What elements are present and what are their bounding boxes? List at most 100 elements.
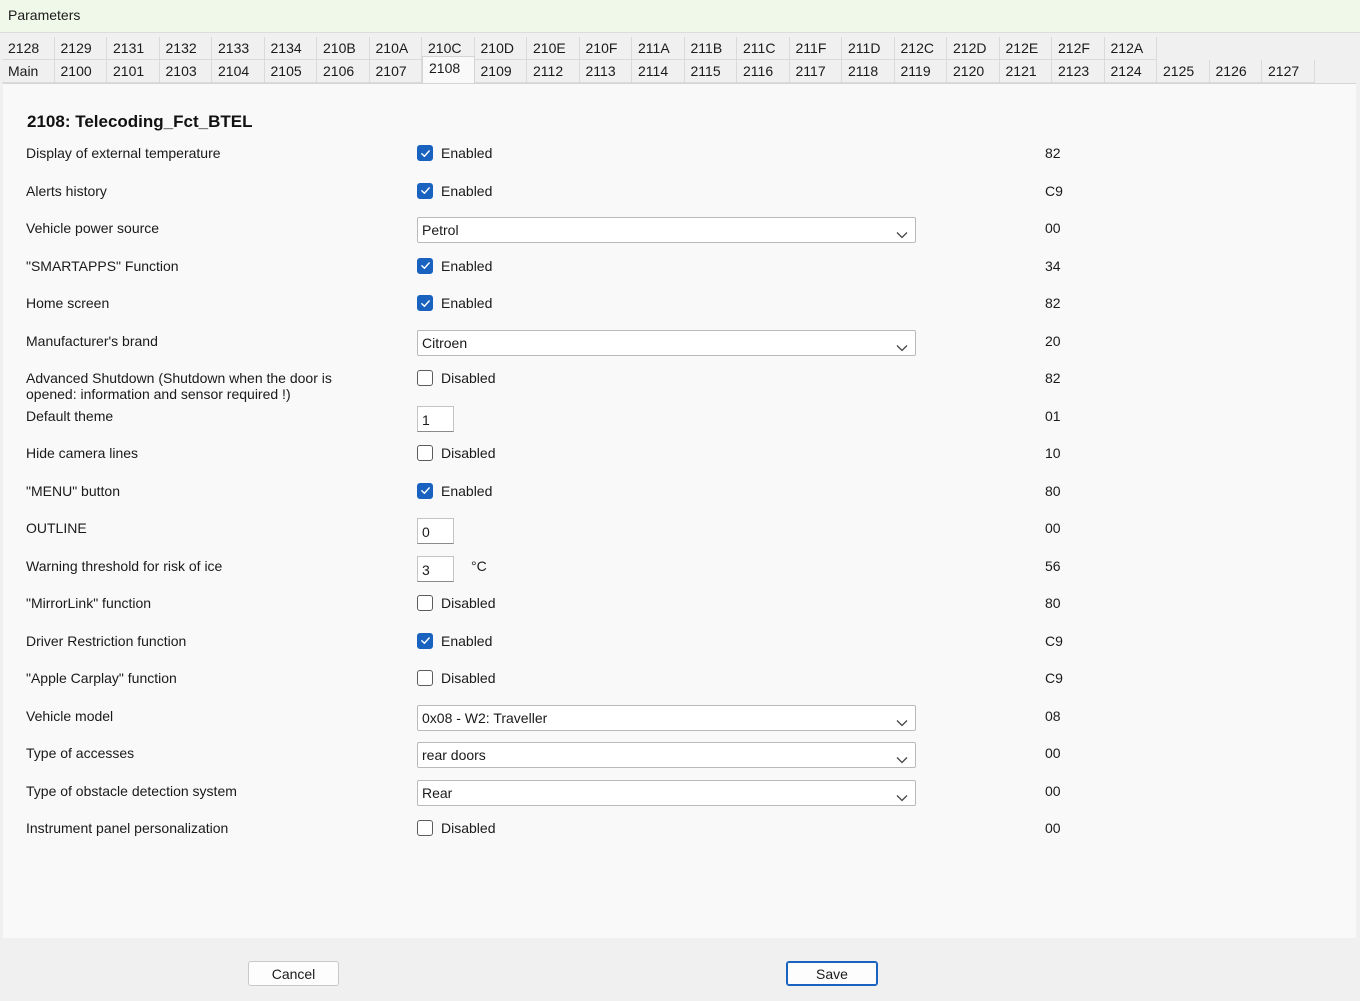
param-label: "MirrorLink" function <box>26 595 152 611</box>
tab-2134[interactable]: 2134 <box>264 37 317 60</box>
checkbox-checked-icon[interactable] <box>417 145 433 161</box>
checkbox-unchecked-icon[interactable] <box>417 820 433 836</box>
param-checkbox[interactable]: Enabled <box>417 257 493 274</box>
save-button[interactable]: Save <box>786 961 878 986</box>
param-checkbox[interactable]: Disabled <box>417 670 495 686</box>
param-checkbox[interactable]: Disabled <box>417 370 495 386</box>
hex-value: 00 <box>1045 520 1061 536</box>
checkbox-unchecked-icon[interactable] <box>417 445 433 461</box>
tab-2109[interactable]: 2109 <box>474 60 527 83</box>
param-dropdown[interactable]: Petrol <box>417 217 916 243</box>
checkbox-checked-icon[interactable] <box>417 182 433 199</box>
tab-2113[interactable]: 2113 <box>579 60 632 83</box>
tab-2118[interactable]: 2118 <box>842 60 895 83</box>
tab-2129[interactable]: 2129 <box>54 37 107 60</box>
checkbox-label: Enabled <box>441 257 493 274</box>
param-checkbox[interactable]: Enabled <box>417 632 492 649</box>
param-number-input[interactable]: 3 <box>417 555 454 582</box>
page-title: 2108: Telecoding_Fct_BTEL <box>27 112 253 131</box>
tab-212c[interactable]: 212C <box>894 37 947 60</box>
param-label: Driver Restriction function <box>26 632 187 649</box>
tab-2117[interactable]: 2117 <box>789 60 842 83</box>
tab-2105[interactable]: 2105 <box>264 60 317 83</box>
param-dropdown[interactable]: Rear <box>417 779 916 806</box>
param-row: Advanced Shutdown (Shutdown when the doo… <box>3 364 1356 402</box>
checkbox-checked-icon[interactable] <box>417 632 433 649</box>
tab-2121[interactable]: 2121 <box>999 60 1052 83</box>
checkbox-checked-icon[interactable] <box>417 257 433 274</box>
param-row: Alerts history Enabled C9 <box>3 177 1356 214</box>
tab-2108[interactable]: 2108 <box>422 56 475 83</box>
param-dropdown[interactable]: 0x08 - W2: Traveller <box>417 704 916 731</box>
tab-main[interactable]: Main <box>2 60 55 83</box>
checkbox-checked-icon[interactable] <box>417 295 433 311</box>
tab-2124[interactable]: 2124 <box>1104 60 1157 83</box>
param-checkbox[interactable]: Enabled <box>417 295 492 311</box>
tab-2127[interactable]: 2127 <box>1262 60 1315 83</box>
tab-212f[interactable]: 212F <box>1052 37 1105 60</box>
tab-2101[interactable]: 2101 <box>107 60 160 83</box>
tab-row-1: 2128 2129 2131 2132 2133 2134 210B 210A 210C 210D… <box>2 37 1157 60</box>
tab-211a[interactable]: 211A <box>632 37 685 60</box>
checkbox-unchecked-icon[interactable] <box>417 670 433 686</box>
tab-2116[interactable]: 2116 <box>737 60 790 83</box>
param-dropdown[interactable]: Citroen <box>417 329 916 356</box>
tab-210b[interactable]: 210B <box>317 37 370 60</box>
tab-2100[interactable]: 2100 <box>54 60 107 83</box>
checkbox-checked-icon[interactable] <box>417 482 433 499</box>
tab-2123[interactable]: 2123 <box>1052 60 1105 83</box>
checkbox-unchecked-icon[interactable] <box>417 595 433 611</box>
param-label: Advanced Shutdown (Shutdown when the doo… <box>26 370 332 402</box>
tab-2126[interactable]: 2126 <box>1209 60 1262 83</box>
checkbox-label: Disabled <box>441 670 496 686</box>
tab-2132[interactable]: 2132 <box>159 37 212 60</box>
tab-2107[interactable]: 2107 <box>369 60 422 83</box>
hex-value: 08 <box>1045 707 1061 724</box>
param-checkbox[interactable]: Enabled <box>417 182 492 199</box>
param-dropdown[interactable]: rear doors <box>417 742 916 768</box>
param-checkbox[interactable]: Disabled <box>417 595 495 611</box>
param-row: OUTLINE 0 00 <box>3 514 1356 551</box>
hex-value: 20 <box>1045 332 1061 349</box>
tab-212e[interactable]: 212E <box>999 37 1052 60</box>
tab-2125[interactable]: 2125 <box>1157 60 1210 83</box>
tab-2128[interactable]: 2128 <box>2 37 55 60</box>
tab-2114[interactable]: 2114 <box>632 60 685 83</box>
tab-2106[interactable]: 2106 <box>317 60 370 83</box>
tab-2120[interactable]: 2120 <box>947 60 1000 83</box>
param-label: Vehicle power source <box>26 220 160 236</box>
cancel-button[interactable]: Cancel <box>248 961 339 986</box>
param-number-input[interactable]: 1 <box>417 405 454 432</box>
tab-210a[interactable]: 210A <box>369 37 422 60</box>
hex-value: 56 <box>1045 557 1061 574</box>
dropdown-value: Rear <box>422 784 453 801</box>
tab-212d[interactable]: 212D <box>947 37 1000 60</box>
param-checkbox[interactable]: Enabled <box>417 145 492 161</box>
checkbox-unchecked-icon[interactable] <box>417 370 433 386</box>
param-checkbox[interactable]: Disabled <box>417 445 495 461</box>
tab-211d[interactable]: 211D <box>842 37 895 60</box>
tab-2103[interactable]: 2103 <box>159 60 212 83</box>
tab-2115[interactable]: 2115 <box>684 60 737 83</box>
tab-2131[interactable]: 2131 <box>107 37 160 60</box>
tab-210e[interactable]: 210E <box>527 37 580 60</box>
hex-value: C9 <box>1045 670 1063 686</box>
tab-212a[interactable]: 212A <box>1104 37 1157 60</box>
param-number-input[interactable]: 0 <box>417 518 454 544</box>
tab-211b[interactable]: 211B <box>684 37 737 60</box>
param-row: Display of external temperature Enabled 82 <box>3 139 1356 176</box>
tab-211f[interactable]: 211F <box>789 37 842 60</box>
hex-value: C9 <box>1045 632 1063 649</box>
tab-2104[interactable]: 2104 <box>212 60 265 83</box>
checkbox-label: Disabled <box>441 370 496 386</box>
param-checkbox[interactable]: Disabled <box>417 820 495 836</box>
tab-211c[interactable]: 211C <box>737 37 790 60</box>
tab-210d[interactable]: 210D <box>474 37 527 60</box>
tab-2133[interactable]: 2133 <box>212 37 265 60</box>
tab-2119[interactable]: 2119 <box>894 60 947 83</box>
param-checkbox[interactable]: Enabled <box>417 482 492 499</box>
param-label: Instrument panel personalization <box>26 820 229 836</box>
hex-value: 00 <box>1045 820 1061 836</box>
tab-210f[interactable]: 210F <box>579 37 632 60</box>
tab-2112[interactable]: 2112 <box>527 60 580 83</box>
